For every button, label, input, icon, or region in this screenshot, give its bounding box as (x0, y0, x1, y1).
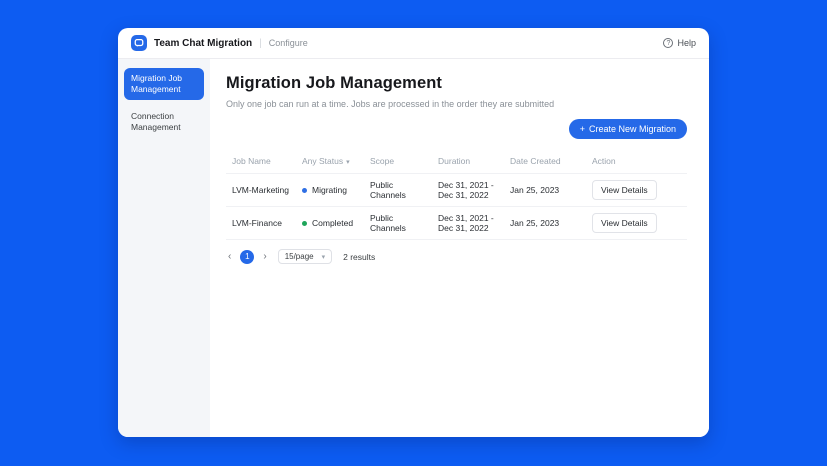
title-divider: | (259, 38, 262, 49)
chevron-down-icon: ▾ (346, 159, 350, 166)
date-created-cell: Jan 25, 2023 (504, 214, 586, 232)
help-icon: ? (663, 38, 673, 48)
top-bar: Team Chat Migration | Configure ? Help (118, 28, 709, 59)
date-created-cell: Jan 25, 2023 (504, 181, 586, 199)
job-name-cell: LVM-Marketing (226, 181, 296, 199)
table-row: LVM-Finance Completed Public Channels De… (226, 207, 687, 240)
column-job-name: Job Name (226, 150, 296, 173)
nav-configure[interactable]: Configure (269, 38, 308, 48)
view-details-button[interactable]: View Details (592, 213, 657, 233)
main-content: Migration Job Management Only one job ca… (210, 59, 709, 437)
job-name-cell: LVM-Finance (226, 214, 296, 232)
results-count: 2 results (343, 252, 375, 262)
column-duration: Duration (432, 150, 504, 173)
status-label: Completed (312, 218, 353, 228)
app-window: Team Chat Migration | Configure ? Help M… (118, 28, 709, 437)
page-size-label: 15/page (285, 252, 314, 261)
table-header-row: Job Name Any Status▾ Scope Duration Date… (226, 150, 687, 174)
help-label: Help (677, 38, 696, 48)
page-subtitle: Only one job can run at a time. Jobs are… (226, 99, 687, 109)
status-dot (302, 221, 307, 226)
sidebar-item-migration-job-management[interactable]: Migration Job Management (124, 68, 204, 100)
page-size-dropdown[interactable]: 15/page ▾ (278, 249, 332, 264)
previous-page-button[interactable]: ‹ (226, 251, 233, 262)
duration-cell: Dec 31, 2021 - Dec 31, 2022 (432, 176, 504, 204)
help-button[interactable]: ? Help (663, 38, 696, 48)
page-title: Migration Job Management (226, 74, 687, 93)
app-title: Team Chat Migration (154, 38, 252, 49)
column-scope: Scope (364, 150, 432, 173)
status-cell: Migrating (296, 181, 364, 199)
scope-cell: Public Channels (364, 176, 432, 204)
page-number-button[interactable]: 1 (240, 250, 254, 264)
scope-cell: Public Channels (364, 209, 432, 237)
create-new-migration-button[interactable]: + Create New Migration (569, 119, 687, 139)
duration-cell: Dec 31, 2021 - Dec 31, 2022 (432, 209, 504, 237)
status-filter-label: Any Status (302, 156, 343, 166)
view-details-button[interactable]: View Details (592, 180, 657, 200)
table-row: LVM-Marketing Migrating Public Channels … (226, 174, 687, 207)
pagination: ‹ 1 › 15/page ▾ 2 results (226, 249, 687, 264)
chevron-down-icon: ▾ (322, 253, 326, 261)
app-logo-icon (131, 35, 147, 51)
sidebar: Migration Job Management Connection Mana… (118, 59, 210, 437)
status-cell: Completed (296, 214, 364, 232)
status-filter-dropdown[interactable]: Any Status▾ (296, 150, 364, 173)
sidebar-item-connection-management[interactable]: Connection Management (124, 106, 204, 138)
next-page-button[interactable]: › (261, 251, 268, 262)
status-label: Migrating (312, 185, 347, 195)
column-action: Action (586, 150, 687, 173)
create-new-migration-label: Create New Migration (589, 124, 676, 134)
migration-jobs-table: Job Name Any Status▾ Scope Duration Date… (226, 150, 687, 240)
status-dot (302, 188, 307, 193)
plus-icon: + (580, 124, 585, 134)
column-date-created: Date Created (504, 150, 586, 173)
